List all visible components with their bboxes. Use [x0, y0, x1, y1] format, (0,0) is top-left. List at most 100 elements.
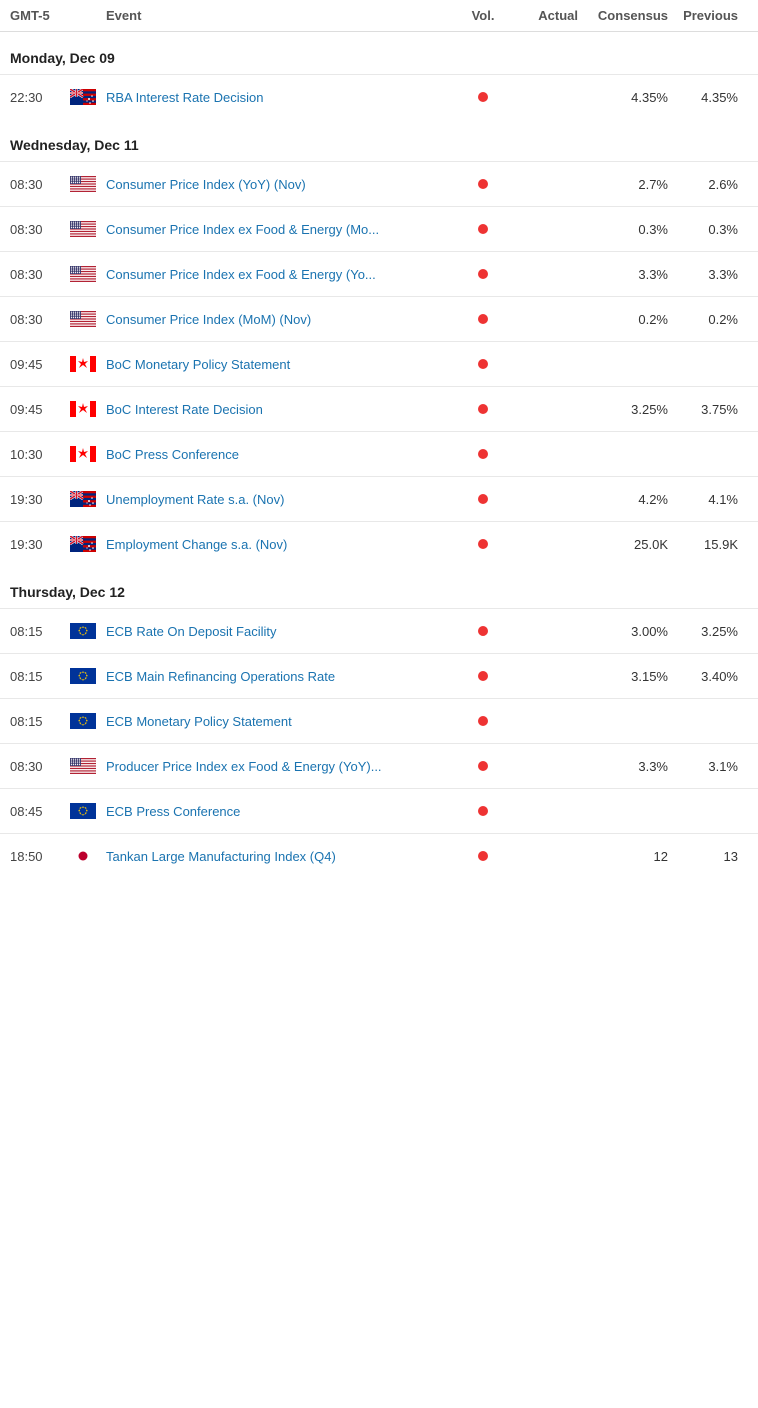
event-flag [70, 713, 106, 729]
event-vol [458, 761, 508, 771]
volatility-indicator [478, 404, 488, 414]
event-name[interactable]: RBA Interest Rate Decision [106, 90, 458, 105]
event-vol [458, 494, 508, 504]
day-header: Monday, Dec 09 [0, 32, 758, 74]
event-name[interactable]: BoC Monetary Policy Statement [106, 357, 458, 372]
volatility-indicator [478, 851, 488, 861]
event-name[interactable]: Consumer Price Index (YoY) (Nov) [106, 177, 458, 192]
event-consensus: 3.3% [578, 759, 668, 774]
table-row: 08:45 ECB Press Conference [0, 788, 758, 833]
event-time: 09:45 [10, 357, 70, 372]
event-flag [70, 266, 106, 282]
event-time: 09:45 [10, 402, 70, 417]
event-consensus: 0.3% [578, 222, 668, 237]
event-previous: 4.1% [668, 492, 748, 507]
table-row: 08:30 [0, 251, 758, 296]
event-time: 19:30 [10, 492, 70, 507]
event-vol [458, 806, 508, 816]
table-row: 08:15 ECB Main Refinancing Operations Ra… [0, 653, 758, 698]
event-time: 08:15 [10, 624, 70, 639]
event-consensus: 3.25% [578, 402, 668, 417]
event-flag [70, 446, 106, 462]
event-previous: 0.3% [668, 222, 748, 237]
event-flag [70, 89, 106, 105]
event-name[interactable]: Producer Price Index ex Food & Energy (Y… [106, 759, 458, 774]
event-time: 22:30 [10, 90, 70, 105]
event-time: 08:45 [10, 804, 70, 819]
event-flag [70, 536, 106, 552]
event-consensus: 3.00% [578, 624, 668, 639]
header-event: Event [106, 8, 458, 23]
event-previous: 3.25% [668, 624, 748, 639]
event-name[interactable]: ECB Monetary Policy Statement [106, 714, 458, 729]
table-row: 19:30 Employme [0, 521, 758, 566]
event-vol [458, 224, 508, 234]
table-row: 22:30 RBA Inte [0, 74, 758, 119]
event-vol [458, 626, 508, 636]
event-consensus: 4.35% [578, 90, 668, 105]
volatility-indicator [478, 449, 488, 459]
event-name[interactable]: Employment Change s.a. (Nov) [106, 537, 458, 552]
event-consensus: 25.0K [578, 537, 668, 552]
table-row: 08:30 [0, 296, 758, 341]
header-previous: Previous [668, 8, 748, 23]
event-vol [458, 671, 508, 681]
event-previous: 0.2% [668, 312, 748, 327]
event-vol [458, 539, 508, 549]
event-name[interactable]: BoC Press Conference [106, 447, 458, 462]
event-name[interactable]: ECB Main Refinancing Operations Rate [106, 669, 458, 684]
event-flag [70, 311, 106, 327]
event-name[interactable]: ECB Rate On Deposit Facility [106, 624, 458, 639]
header-timezone: GMT-5 [10, 8, 70, 23]
volatility-indicator [478, 92, 488, 102]
event-name[interactable]: Unemployment Rate s.a. (Nov) [106, 492, 458, 507]
table-row: 09:45 BoC Interest Rate Decision 3.25% 3… [0, 386, 758, 431]
event-name[interactable]: Consumer Price Index (MoM) (Nov) [106, 312, 458, 327]
event-consensus: 2.7% [578, 177, 668, 192]
event-previous: 2.6% [668, 177, 748, 192]
event-name[interactable]: BoC Interest Rate Decision [106, 402, 458, 417]
event-flag [70, 848, 106, 864]
volatility-indicator [478, 806, 488, 816]
event-flag [70, 221, 106, 237]
event-vol [458, 716, 508, 726]
volatility-indicator [478, 359, 488, 369]
event-vol [458, 851, 508, 861]
day-header: Wednesday, Dec 11 [0, 119, 758, 161]
event-name[interactable]: Consumer Price Index ex Food & Energy (M… [106, 222, 458, 237]
event-previous: 3.40% [668, 669, 748, 684]
header-consensus: Consensus [578, 8, 668, 23]
event-time: 08:30 [10, 267, 70, 282]
event-time: 10:30 [10, 447, 70, 462]
table-row: 09:45 BoC Monetary Policy Statement [0, 341, 758, 386]
day-header: Thursday, Dec 12 [0, 566, 758, 608]
table-row: 08:30 [0, 743, 758, 788]
event-vol [458, 449, 508, 459]
event-flag [70, 668, 106, 684]
event-name[interactable]: ECB Press Conference [106, 804, 458, 819]
table-row: 10:30 BoC Press Conference [0, 431, 758, 476]
event-flag [70, 356, 106, 372]
table-row: 08:15 ECB Rate On Deposit Facility 3.00%… [0, 608, 758, 653]
event-flag [70, 758, 106, 774]
event-vol [458, 359, 508, 369]
volatility-indicator [478, 626, 488, 636]
event-vol [458, 179, 508, 189]
event-flag [70, 623, 106, 639]
event-previous: 3.3% [668, 267, 748, 282]
event-name[interactable]: Tankan Large Manufacturing Index (Q4) [106, 849, 458, 864]
event-consensus: 4.2% [578, 492, 668, 507]
event-previous: 3.1% [668, 759, 748, 774]
header-vol: Vol. [458, 8, 508, 23]
header-actual: Actual [508, 8, 578, 23]
event-name[interactable]: Consumer Price Index ex Food & Energy (Y… [106, 267, 458, 282]
table-header: GMT-5 Event Vol. Actual Consensus Previo… [0, 0, 758, 32]
event-time: 08:30 [10, 177, 70, 192]
volatility-indicator [478, 269, 488, 279]
event-consensus: 3.15% [578, 669, 668, 684]
event-previous: 4.35% [668, 90, 748, 105]
event-flag [70, 803, 106, 819]
volatility-indicator [478, 716, 488, 726]
event-consensus: 12 [578, 849, 668, 864]
volatility-indicator [478, 671, 488, 681]
